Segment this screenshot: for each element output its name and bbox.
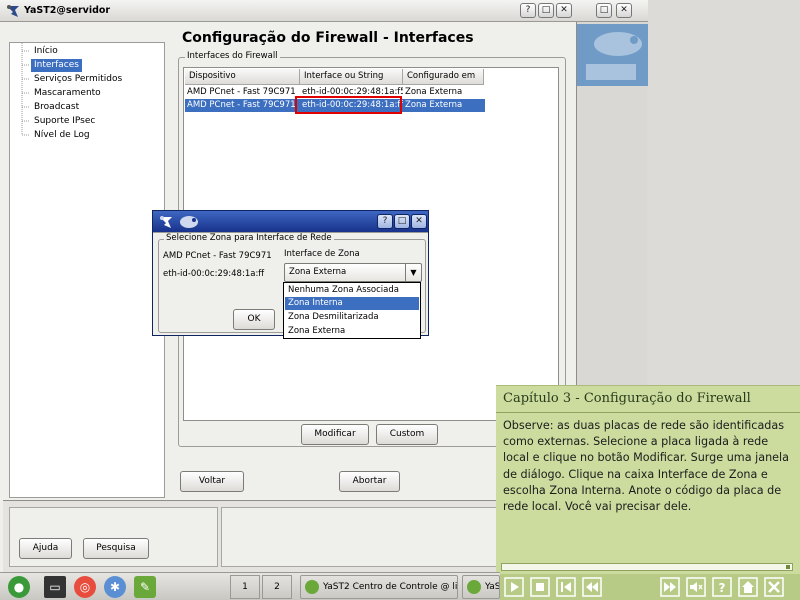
- dialog-group-label: Selecione Zona para Interface de Rede: [164, 233, 334, 243]
- menu-launcher-icon[interactable]: ●: [8, 576, 30, 598]
- tutorial-title: Capítulo 3 - Configuração do Firewall: [503, 391, 751, 406]
- close-icon[interactable]: [764, 577, 784, 597]
- main-window-title: YaST2@servidor: [24, 5, 111, 16]
- dialog-help-button[interactable]: ?: [377, 214, 393, 229]
- progress-marker: [786, 565, 790, 569]
- dialog-maximize-button[interactable]: □: [394, 214, 410, 229]
- tutorial-progress-bar[interactable]: [501, 563, 793, 571]
- sidebar-item-nivel-de-log[interactable]: Nível de Log: [31, 129, 93, 142]
- modify-button[interactable]: Modificar: [301, 424, 369, 445]
- page-title: Configuração do Firewall - Interfaces: [182, 30, 474, 46]
- tutorial-divider: [496, 412, 800, 413]
- stop-icon[interactable]: [530, 577, 550, 597]
- tutorial-panel: Capítulo 3 - Configuração do Firewall Ob…: [496, 385, 800, 600]
- zone-option-desmilitarizada[interactable]: Zona Desmilitarizada: [285, 311, 419, 324]
- zone-option-nenhuma[interactable]: Nenhuma Zona Associada: [285, 284, 419, 297]
- task-yast[interactable]: YaST: [462, 575, 500, 599]
- main-help-button[interactable]: ?: [520, 3, 536, 18]
- yast-launcher-icon[interactable]: ✎: [134, 576, 156, 598]
- back-button-label: Voltar: [198, 476, 226, 486]
- main-maximize-button[interactable]: □: [538, 3, 554, 18]
- custom-button-label: Custom: [389, 429, 425, 439]
- network-icon[interactable]: ✱: [104, 576, 126, 598]
- main-close-button[interactable]: ✕: [556, 3, 572, 18]
- tutorial-text: Observe: as duas placas de rede são iden…: [503, 419, 790, 514]
- back-button[interactable]: Voltar: [180, 471, 244, 492]
- search-button-label: Pesquisa: [96, 543, 136, 553]
- row-device: AMD PCnet - Fast 79C971: [187, 100, 296, 110]
- pager-desktop-2[interactable]: 2: [262, 575, 292, 599]
- yast-icon: [7, 5, 19, 17]
- row-zone: Zona Externa: [405, 100, 463, 110]
- row-zone: Zona Externa: [405, 87, 463, 97]
- search-button[interactable]: Pesquisa: [83, 538, 149, 559]
- terminal-icon[interactable]: ▭: [44, 576, 66, 598]
- play-icon[interactable]: [504, 577, 524, 597]
- zone-options-list: Nenhuma Zona Associada Zona Interna Zona…: [283, 282, 421, 339]
- sidebar-item-servicos-permitidos[interactable]: Serviços Permitidos: [31, 73, 125, 86]
- mute-icon[interactable]: [686, 577, 706, 597]
- column-header-configurado-em[interactable]: Configurado em: [403, 69, 484, 85]
- task-yast-control-center[interactable]: YaST2 Centro de Controle @ lin: [300, 575, 458, 599]
- sidebar-item-broadcast[interactable]: Broadcast: [31, 101, 82, 114]
- main-window-titlebar[interactable]: YaST2@servidor ? □ ✕: [0, 0, 577, 22]
- modify-button-label: Modificar: [314, 429, 356, 439]
- sidebar-item-mascaramento[interactable]: Mascaramento: [31, 87, 104, 100]
- dialog-titlebar[interactable]: ? □ ✕: [153, 211, 428, 233]
- taskbar: ● ▭ ◎ ✱ ✎ 1 2 YaST2 Centro de Controle @…: [0, 572, 500, 600]
- suse-logo-icon: [180, 216, 198, 228]
- sidebar-item-interfaces[interactable]: Interfaces: [31, 59, 82, 72]
- help-button-label: Ajuda: [32, 543, 59, 553]
- background-window-titlebar: □ ✕: [576, 0, 648, 22]
- help-icon[interactable]: ?: [712, 577, 732, 597]
- zone-option-externa[interactable]: Zona Externa: [285, 325, 419, 338]
- ok-button[interactable]: OK: [233, 309, 275, 330]
- sidebar-item-inicio[interactable]: Início: [31, 45, 61, 58]
- custom-button[interactable]: Custom: [376, 424, 438, 445]
- zone-label: Interface de Zona: [284, 249, 360, 259]
- row-device: AMD PCnet - Fast 79C971: [187, 87, 296, 97]
- yast-task-icon: [305, 580, 319, 594]
- suse-banner: [576, 24, 648, 86]
- fast-forward-icon[interactable]: [660, 577, 680, 597]
- abort-button[interactable]: Abortar: [339, 471, 400, 492]
- rewind-icon[interactable]: [582, 577, 602, 597]
- tutorial-controls: ?: [496, 574, 800, 600]
- yast-task-icon: [467, 580, 481, 594]
- background-maximize-button[interactable]: □: [596, 3, 612, 18]
- column-header-dispositivo[interactable]: Dispositivo: [185, 69, 300, 85]
- sidebar-item-suporte-ipsec[interactable]: Suporte IPsec: [31, 115, 98, 128]
- abort-button-label: Abortar: [352, 476, 387, 486]
- zone-dropdown[interactable]: Zona Externa ▼: [284, 263, 422, 282]
- svg-text:?: ?: [719, 581, 726, 595]
- home-icon[interactable]: [738, 577, 758, 597]
- chevron-down-icon[interactable]: ▼: [405, 264, 421, 281]
- suse-chameleon-icon: [586, 32, 642, 80]
- task-label: YaST2 Centro de Controle @ lin: [323, 582, 458, 592]
- zone-dropdown-value: Zona Externa: [289, 267, 347, 277]
- sidebar-tree: Início Interfaces Serviços Permitidos Ma…: [9, 42, 165, 498]
- dialog-device-id: eth-id-00:0c:29:48:1a:ff: [163, 269, 265, 279]
- dialog-device-name: AMD PCnet - Fast 79C971: [163, 251, 272, 261]
- help-button[interactable]: Ajuda: [19, 538, 72, 559]
- zone-option-interna[interactable]: Zona Interna: [285, 297, 419, 310]
- skip-back-icon[interactable]: [556, 577, 576, 597]
- dialog-close-button[interactable]: ✕: [411, 214, 427, 229]
- yast-icon: [160, 216, 172, 228]
- lifebuoy-icon[interactable]: ◎: [74, 576, 96, 598]
- pager-desktop-1[interactable]: 1: [230, 575, 260, 599]
- column-header-interface[interactable]: Interface ou String: [300, 69, 403, 85]
- interfaces-group-label: Interfaces do Firewall: [185, 51, 280, 61]
- background-close-button[interactable]: ✕: [616, 3, 632, 18]
- task-label: YaST: [485, 582, 500, 592]
- highlight-box: [295, 96, 402, 114]
- ok-button-label: OK: [247, 314, 261, 324]
